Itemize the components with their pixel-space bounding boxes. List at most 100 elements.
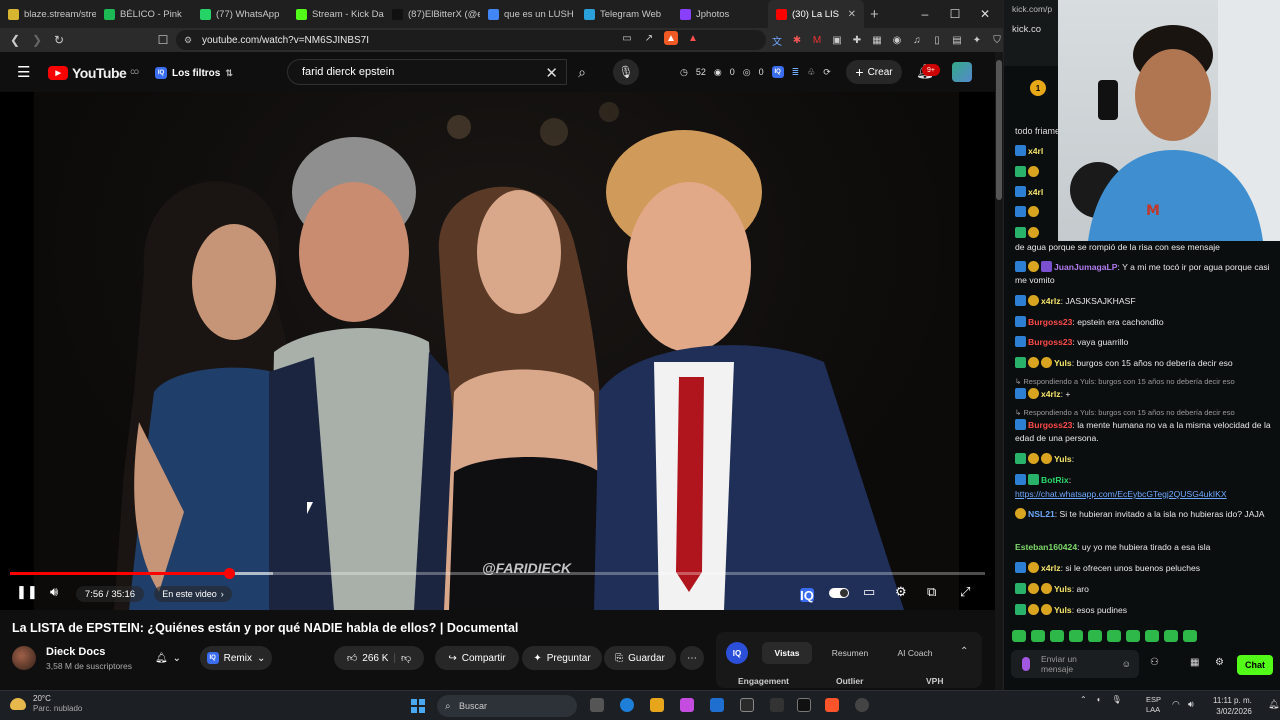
- emote-icon[interactable]: [1012, 630, 1026, 642]
- browser-tab[interactable]: Jphotos: [672, 0, 768, 28]
- chat-username[interactable]: NSL21: [1028, 509, 1055, 519]
- emoji-icon[interactable]: ☺: [1122, 659, 1131, 669]
- mic-icon[interactable]: [1022, 657, 1030, 671]
- chat-username[interactable]: x4rlz: [1041, 389, 1061, 399]
- extension-icon[interactable]: ▣: [830, 33, 844, 47]
- back-icon[interactable]: ❮: [4, 33, 26, 47]
- emote-icon[interactable]: [1145, 630, 1159, 642]
- browser-tab[interactable]: (87)ElBitterX (@e: [384, 0, 480, 28]
- brave-shield-icon[interactable]: ▲: [664, 31, 678, 45]
- browser-tab[interactable]: (77) WhatsApp: [192, 0, 288, 28]
- language-indicator[interactable]: ESP LAA: [1146, 695, 1161, 715]
- emote-icon[interactable]: [1183, 630, 1197, 642]
- browser-tab[interactable]: Stream - Kick Da: [288, 0, 384, 28]
- app-icon[interactable]: [740, 698, 754, 712]
- extension-icon[interactable]: ▦: [870, 33, 884, 47]
- new-tab-icon[interactable]: +: [870, 6, 879, 23]
- browser-tab[interactable]: Telegram Web: [576, 0, 672, 28]
- account-avatar[interactable]: [952, 62, 972, 82]
- search-input[interactable]: farid dierck epstein ✕: [287, 59, 567, 85]
- obs-icon[interactable]: [855, 698, 869, 712]
- save-button[interactable]: ⎘ Guardar: [604, 646, 676, 670]
- iq-icon[interactable]: IQ: [800, 588, 814, 603]
- gear-icon[interactable]: ⚙: [1215, 657, 1224, 668]
- chat-username[interactable]: Yuls: [1054, 584, 1072, 594]
- discord-icon[interactable]: ◐: [1097, 695, 1102, 704]
- chat-message[interactable]: x4rlz: +: [1015, 388, 1273, 401]
- wifi-icon[interactable]: ◠: [1172, 699, 1180, 710]
- chat-username[interactable]: Burgoss23: [1028, 337, 1072, 347]
- chat-message[interactable]: Burgoss23: epstein era cachondito: [1015, 316, 1273, 329]
- hamburger-menu-icon[interactable]: ☰: [17, 63, 30, 81]
- autoplay-toggle[interactable]: [829, 588, 849, 598]
- extension-icon[interactable]: ◉: [890, 33, 904, 47]
- chat-username[interactable]: Burgoss23: [1028, 317, 1072, 327]
- subscription-bell-button[interactable]: 🔔︎ ⌄: [145, 646, 191, 670]
- emote-icon[interactable]: [1050, 630, 1064, 642]
- scrollbar-thumb[interactable]: [996, 60, 1002, 200]
- chat-username[interactable]: Yuls: [1054, 454, 1072, 464]
- wallet-icon[interactable]: ▤: [950, 33, 964, 47]
- chat-message[interactable]: x4rl: [1015, 145, 1055, 158]
- video-player[interactable]: @FARIDIECK ❚❚ 🔊︎ 7:56 / 35:16 En este vi…: [0, 92, 995, 610]
- browser-tab[interactable]: BÉLICO - Pink: [96, 0, 192, 28]
- weather-icon[interactable]: [10, 698, 26, 710]
- file-explorer-icon[interactable]: [650, 698, 664, 712]
- iq-icon[interactable]: IQ: [771, 66, 784, 78]
- chat-username[interactable]: Burgoss23: [1028, 420, 1072, 430]
- like-icon[interactable]: 👍︎: [347, 652, 357, 664]
- chat-message[interactable]: Burgoss23: la mente humana no va a la mi…: [1015, 419, 1273, 445]
- channel-name[interactable]: Dieck Docs: [46, 646, 105, 658]
- chat-message[interactable]: JuanJumagaLP: Y a mi me tocó ir por agua…: [1015, 261, 1273, 287]
- chat-username[interactable]: x4rl: [1028, 146, 1043, 156]
- chat-message[interactable]: Yuls: esos pudines: [1015, 604, 1273, 617]
- dislike-icon[interactable]: 👎︎: [401, 652, 411, 664]
- channel-avatar[interactable]: [12, 646, 36, 670]
- notifications-icon[interactable]: 🔔︎: [1268, 699, 1279, 710]
- chat-url[interactable]: kick.co: [1012, 24, 1041, 35]
- filters-button[interactable]: IQ Los filtros ⇅: [155, 61, 235, 85]
- pause-icon[interactable]: ❚❚: [16, 584, 38, 600]
- weather-widget[interactable]: 20°C Parc. nublado: [33, 694, 82, 714]
- speaker-icon[interactable]: 🔊︎: [1188, 699, 1194, 710]
- close-window-button[interactable]: ✕: [970, 0, 1000, 28]
- chat-username[interactable]: JuanJumagaLP: [1054, 262, 1118, 272]
- chat-settings-icon[interactable]: ⚇: [1150, 657, 1159, 668]
- emote-icon[interactable]: [1069, 630, 1083, 642]
- share-button[interactable]: ↪ Compartir: [435, 646, 519, 670]
- tab-resumen[interactable]: Resumen: [824, 642, 876, 664]
- emote-icon[interactable]: [1031, 630, 1045, 642]
- chat-message[interactable]: x4rlz: si le ofrecen unos buenos peluche…: [1015, 562, 1273, 575]
- brave-icon[interactable]: [825, 698, 839, 712]
- list-icon[interactable]: ≣: [792, 67, 800, 78]
- chevron-up-icon[interactable]: ⌃: [1080, 695, 1087, 704]
- chat-message[interactable]: BotRix:: [1015, 474, 1273, 487]
- edge-icon[interactable]: [620, 698, 634, 712]
- create-button[interactable]: + Crear: [846, 60, 902, 84]
- extension-icon[interactable]: ✱: [790, 33, 804, 47]
- translate-icon[interactable]: 文: [770, 33, 784, 48]
- chat-username[interactable]: Yuls: [1054, 605, 1072, 615]
- leo-icon[interactable]: ✦: [970, 33, 984, 47]
- chat-message[interactable]: de agua porque se rompió de la risa con …: [1015, 241, 1273, 254]
- bookmark-icon[interactable]: ☐: [152, 33, 174, 47]
- chat-message[interactable]: [1015, 227, 1055, 240]
- emote-icon[interactable]: [1088, 630, 1102, 642]
- vpn-icon[interactable]: ⛉: [990, 33, 1004, 47]
- chat-message[interactable]: Yuls: aro: [1015, 583, 1273, 596]
- store-icon[interactable]: [710, 698, 724, 712]
- browser-tab[interactable]: que es un LUSH: [480, 0, 576, 28]
- emote-icon[interactable]: [1126, 630, 1140, 642]
- brave-rewards-icon[interactable]: ▲: [686, 31, 700, 45]
- volume-icon[interactable]: 🔊︎: [50, 584, 58, 600]
- chat-message[interactable]: Burgoss23: vaya guarrillo: [1015, 336, 1273, 349]
- remix-button[interactable]: IQ Remix ⌄: [200, 646, 272, 670]
- chat-message[interactable]: x4rl: [1015, 186, 1055, 199]
- chat-message[interactable]: [1015, 206, 1055, 219]
- chat-message[interactable]: Yuls:: [1015, 453, 1273, 466]
- task-view-icon[interactable]: [590, 698, 604, 712]
- gift-icon[interactable]: ▦: [1190, 657, 1199, 668]
- more-actions-button[interactable]: ⋯: [680, 646, 704, 670]
- collapse-icon[interactable]: ⌃: [960, 646, 968, 657]
- settings-gear-icon[interactable]: ⚙: [895, 584, 907, 600]
